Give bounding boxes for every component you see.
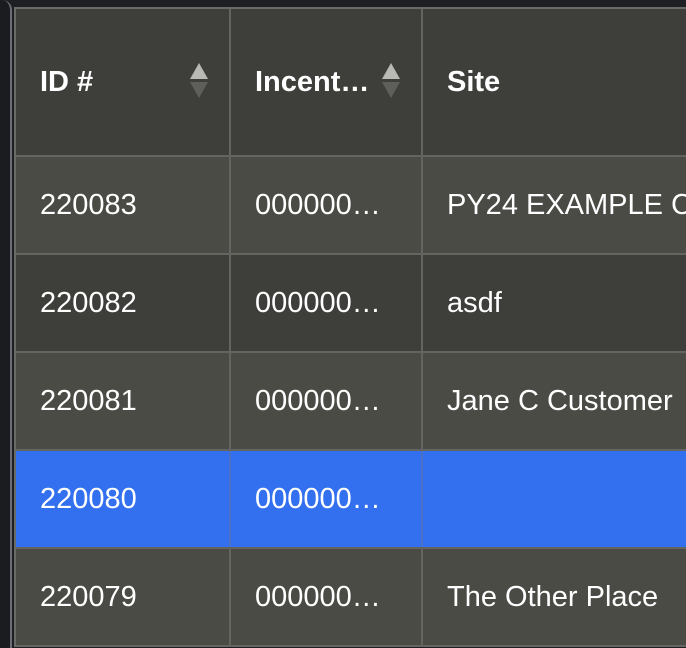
table-row[interactable]: 220079 000000… The Other Place xyxy=(16,549,686,647)
cell-site: asdf xyxy=(447,286,502,319)
data-table: ID # Incent… Site 220083 000000… PY24 EX… xyxy=(14,7,686,647)
cell-id: 220079 xyxy=(16,549,231,645)
sort-arrows-icon[interactable] xyxy=(381,63,401,99)
column-header-label: Incent… xyxy=(255,65,370,98)
cell-site: PY24 EXAMPLE C xyxy=(447,188,686,221)
column-header-label: Site xyxy=(447,65,501,98)
table-row[interactable]: 220083 000000… PY24 EXAMPLE C xyxy=(16,157,686,255)
table-header-row: ID # Incent… Site xyxy=(16,9,686,157)
cell-site: The Other Place xyxy=(447,580,659,613)
app-frame: ID # Incent… Site 220083 000000… PY24 EX… xyxy=(0,0,686,648)
cell-id: 220081 xyxy=(16,353,231,449)
table-row[interactable]: 220081 000000… Jane C Customer xyxy=(16,353,686,451)
sort-arrows-icon[interactable] xyxy=(189,63,209,99)
table-row[interactable]: 220082 000000… asdf xyxy=(16,255,686,353)
cell-incentive: 000000… xyxy=(231,255,423,351)
column-header-label: ID # xyxy=(40,65,94,98)
cell-id: 220080 xyxy=(16,451,231,547)
table-row-selected[interactable]: 220080 000000… xyxy=(16,451,686,549)
column-header-id[interactable]: ID # xyxy=(16,9,231,155)
cell-id: 220083 xyxy=(16,157,231,253)
cell-id: 220082 xyxy=(16,255,231,351)
panel-edge xyxy=(0,0,12,648)
column-header-incentive[interactable]: Incent… xyxy=(231,9,423,155)
cell-site: Jane C Customer xyxy=(447,384,673,417)
cell-incentive: 000000… xyxy=(231,451,423,547)
cell-site xyxy=(423,451,686,547)
cell-incentive: 000000… xyxy=(231,353,423,449)
column-header-site[interactable]: Site xyxy=(423,9,686,155)
cell-incentive: 000000… xyxy=(231,157,423,253)
cell-incentive: 000000… xyxy=(231,549,423,645)
